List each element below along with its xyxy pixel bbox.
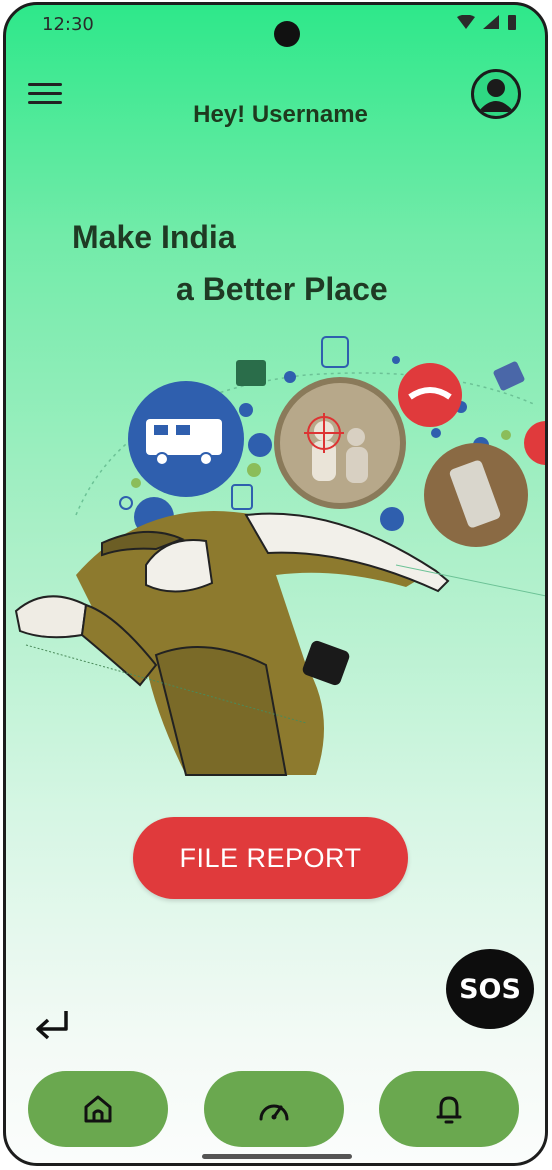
status-time: 12:30	[42, 14, 94, 35]
sos-button[interactable]: SOS	[446, 949, 534, 1029]
app-screen: 12:30 Hey! Username Make India a Better …	[3, 2, 548, 1166]
nav-dashboard-button[interactable]	[204, 1071, 344, 1147]
status-icons	[457, 14, 517, 30]
cellular-signal-icon	[483, 15, 499, 29]
greeting-text: Hey! Username	[193, 101, 368, 128]
gesture-navigation-bar[interactable]	[202, 1154, 352, 1159]
camera-cutout	[274, 21, 300, 47]
file-report-button[interactable]: FILE REPORT	[133, 817, 408, 899]
status-bar: 12:30	[6, 5, 545, 47]
home-icon	[84, 1095, 112, 1123]
tagline-line-1: Make India	[72, 219, 236, 255]
tagline-line-2: a Better Place	[176, 271, 388, 307]
bell-icon	[436, 1096, 462, 1124]
wifi-icon	[457, 15, 475, 29]
battery-icon	[508, 15, 516, 30]
speedometer-icon	[259, 1104, 289, 1121]
account-circle-icon	[478, 79, 514, 112]
profile-avatar-button[interactable]	[471, 69, 521, 119]
nav-home-button[interactable]	[28, 1071, 168, 1147]
bottom-navigation	[6, 1071, 545, 1151]
nav-notifications-button[interactable]	[379, 1071, 519, 1147]
police-officer-illustration	[14, 336, 545, 776]
return-arrow-icon[interactable]	[32, 1005, 76, 1045]
